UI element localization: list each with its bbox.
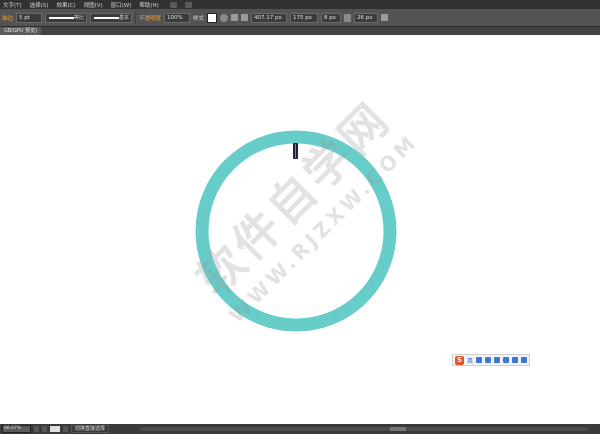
sogou-logo-icon[interactable]: S <box>455 355 464 365</box>
x-field[interactable]: 407.17 px <box>251 12 288 23</box>
align-icon[interactable] <box>231 14 239 21</box>
brush-definition-dropdown[interactable]: 基本 <box>90 12 133 23</box>
recolor-icon[interactable] <box>220 13 229 22</box>
menu-bar: 文字(T) 选择(S) 效果(C) 视图(V) 窗口(W) 帮助(H) <box>0 0 600 9</box>
profile-label: 等比 <box>74 14 85 21</box>
opacity-field[interactable]: 100% <box>164 12 191 23</box>
link-icon[interactable] <box>344 13 352 22</box>
control-bar: 描边 5 pt 等比 基本 不透明度 100% 样式 407.17 px 175… <box>0 9 600 27</box>
variable-width-profile-dropdown[interactable]: 等比 <box>45 12 88 23</box>
artboard-number-field[interactable] <box>50 426 60 432</box>
moon-icon[interactable] <box>476 357 483 363</box>
menu-item-help[interactable]: 帮助(H) <box>136 1 161 9</box>
opacity-label[interactable]: 不透明度 <box>139 14 161 22</box>
zoom-field[interactable]: 66.67% <box>2 425 31 433</box>
artboard-canvas[interactable]: 软件自学网 WWW.RJZXW.COM S 英 <box>0 35 600 424</box>
horizontal-scrollbar[interactable] <box>140 427 588 431</box>
punctuation-icon[interactable] <box>485 357 492 363</box>
height-field[interactable]: 26 px <box>354 12 379 23</box>
status-bar: 66.67% 切换直接选择 <box>0 424 600 434</box>
keyboard-icon[interactable] <box>494 357 501 363</box>
menu-item-select[interactable]: 选择(S) <box>27 1 52 9</box>
settings-icon[interactable] <box>521 357 528 363</box>
style-swatch[interactable] <box>207 12 218 23</box>
menu-item-view[interactable]: 视图(V) <box>81 1 106 9</box>
isolate-icon[interactable] <box>381 14 389 21</box>
first-page-icon[interactable] <box>34 426 39 432</box>
stroke-weight-field[interactable]: 5 pt <box>16 12 43 23</box>
transform-icon[interactable] <box>241 14 249 21</box>
menu-item-effect[interactable]: 效果(C) <box>53 1 78 9</box>
document-tab-bar: GB/GPU 预览) <box>0 27 600 35</box>
style-label: 样式 <box>193 15 205 22</box>
width-field[interactable]: 8 px <box>321 12 342 23</box>
scrollbar-thumb[interactable] <box>390 427 406 431</box>
stroke-label[interactable]: 描边 <box>2 14 13 22</box>
skin-icon[interactable] <box>512 357 519 363</box>
brush-label: 基本 <box>119 14 130 21</box>
menu-item-window[interactable]: 窗口(W) <box>108 1 135 9</box>
menu-item-type[interactable]: 文字(T) <box>0 1 25 9</box>
user-icon[interactable] <box>503 357 510 363</box>
ime-language[interactable]: 英 <box>467 356 473 365</box>
prev-page-icon[interactable] <box>42 426 47 432</box>
ime-toolbar[interactable]: S 英 <box>452 354 530 366</box>
separator <box>135 11 137 24</box>
next-page-icon[interactable] <box>63 426 68 432</box>
bridge-icon[interactable] <box>169 1 177 8</box>
current-tool-label[interactable]: 切换直接选择 <box>71 425 110 433</box>
y-field[interactable]: 175 px <box>290 12 319 23</box>
send-icon[interactable] <box>184 1 192 8</box>
document-tab[interactable]: GB/GPU 预览) <box>0 27 42 35</box>
